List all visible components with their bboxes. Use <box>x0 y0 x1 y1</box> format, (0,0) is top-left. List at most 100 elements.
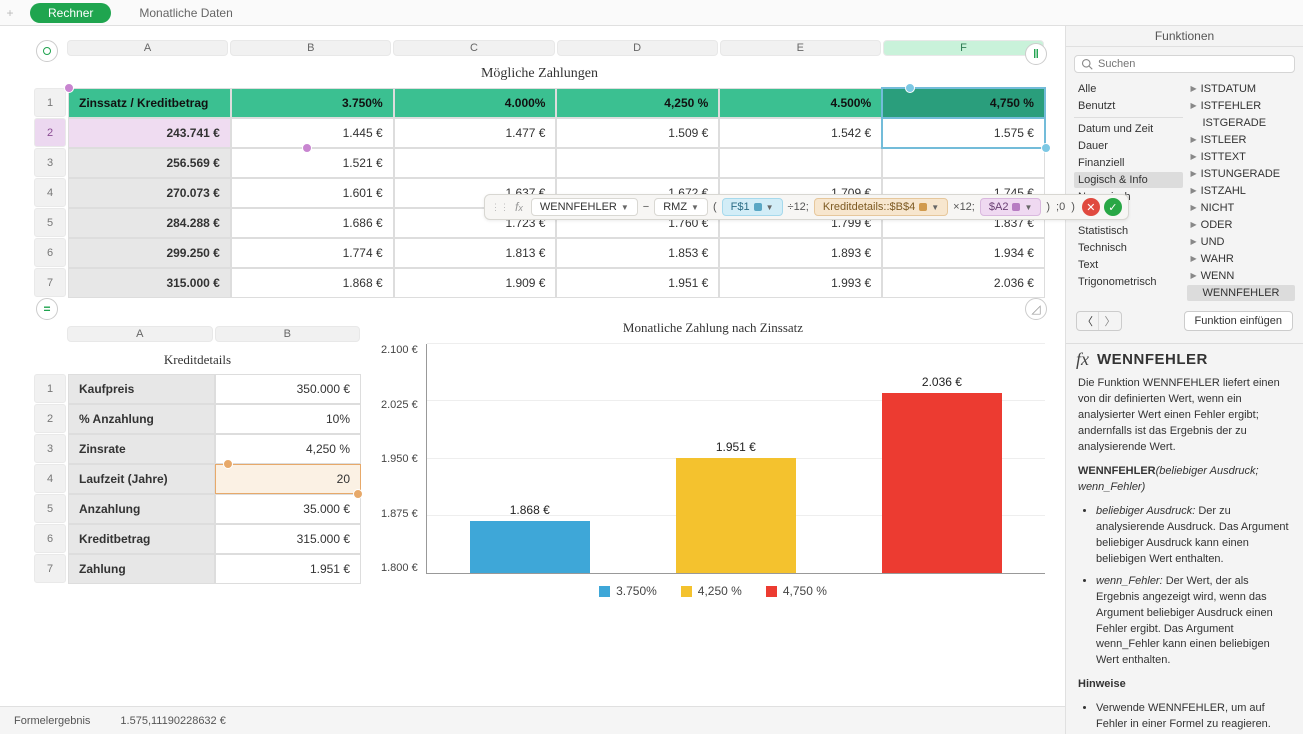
nav-back-button[interactable]: 〈 <box>1077 312 1099 330</box>
row-header-1[interactable]: 1 <box>34 88 66 117</box>
insert-function-button[interactable]: Funktion einfügen <box>1184 311 1293 331</box>
kd-value-zinsrate[interactable]: 4,250 % <box>215 434 362 464</box>
category-item[interactable]: Benutzt <box>1074 98 1183 114</box>
function-item[interactable]: ▶ISTFEHLER <box>1187 98 1296 114</box>
cell-c3[interactable] <box>394 148 557 178</box>
cell-e2[interactable]: 1.542 € <box>719 118 882 148</box>
category-item[interactable]: Alle <box>1074 81 1183 97</box>
cell-d3[interactable] <box>556 148 719 178</box>
kd-row-3[interactable]: 3 <box>34 434 66 463</box>
cell-a7[interactable]: 315.000 € <box>68 268 231 298</box>
col-header-f[interactable]: F <box>883 40 1044 56</box>
search-input[interactable] <box>1098 58 1288 70</box>
col-header-e[interactable]: E <box>720 40 881 56</box>
function-item[interactable]: ▶WENN <box>1187 268 1296 284</box>
resize-table-handle[interactable]: ◿ <box>1025 298 1047 320</box>
cell-d6[interactable]: 1.853 € <box>556 238 719 268</box>
cell-a5[interactable]: 284.288 € <box>68 208 231 238</box>
selection-handle[interactable] <box>64 83 74 93</box>
add-sheet-button[interactable]: + <box>0 6 20 20</box>
formula-ref-f1[interactable]: F$1▼ <box>722 198 783 216</box>
cell-c7[interactable]: 1.909 € <box>394 268 557 298</box>
cell-f7[interactable]: 2.036 € <box>882 268 1045 298</box>
cell-b7[interactable]: 1.868 € <box>231 268 394 298</box>
row-header-4[interactable]: 4 <box>34 178 66 207</box>
category-item[interactable]: Datum und Zeit <box>1074 121 1183 137</box>
selection-handle[interactable] <box>1041 143 1051 153</box>
cell-d2[interactable]: 1.509 € <box>556 118 719 148</box>
function-item[interactable]: ▶ISTZAHL <box>1187 183 1296 199</box>
drag-grip-icon[interactable]: ⋮⋮ <box>491 202 509 213</box>
formula-ref-a2[interactable]: $A2▼ <box>980 198 1042 216</box>
row-header-2[interactable]: 2 <box>34 118 66 147</box>
cell-e6[interactable]: 1.893 € <box>719 238 882 268</box>
category-item[interactable]: Dauer <box>1074 138 1183 154</box>
kd-row-1[interactable]: 1 <box>34 374 66 403</box>
formula-func-rmz[interactable]: RMZ▼ <box>654 198 708 216</box>
cell-b4[interactable]: 1.601 € <box>231 178 394 208</box>
cell-f6[interactable]: 1.934 € <box>882 238 1045 268</box>
col-header-c[interactable]: C <box>393 40 554 56</box>
kd-row-2[interactable]: 2 <box>34 404 66 433</box>
row-header-3[interactable]: 3 <box>34 148 66 177</box>
function-item[interactable]: ▶ISTTEXT <box>1187 149 1296 165</box>
selection-handle[interactable] <box>223 459 233 469</box>
function-item[interactable]: ▶ISTUNGERADE <box>1187 166 1296 182</box>
function-item[interactable]: ▶ISTDATUM <box>1187 81 1296 97</box>
chart-bar-1[interactable]: 1.868 € <box>470 521 590 573</box>
search-input-wrap[interactable] <box>1074 55 1295 73</box>
tab-rechner[interactable]: Rechner <box>30 3 111 23</box>
kd-value-zahlung[interactable]: 1.951 € <box>215 554 362 584</box>
kd-value-kreditbetrag[interactable]: 315.000 € <box>215 524 362 554</box>
formula-editor[interactable]: ⋮⋮ fx WENNFEHLER▼ − RMZ▼ ( F$1▼ ÷12; Kre… <box>484 194 1129 220</box>
selection-handle[interactable] <box>302 143 312 153</box>
formula-ref-kreditdetails-b4[interactable]: Kreditdetails::$B$4▼ <box>814 198 948 216</box>
cell-b2[interactable]: 1.445 € <box>231 118 394 148</box>
row-header-5[interactable]: 5 <box>34 208 66 237</box>
kd-label-zahlung[interactable]: Zahlung <box>68 554 215 584</box>
payments-head-f[interactable]: 4,750 % <box>882 88 1045 118</box>
function-item[interactable]: ISTGERADE <box>1187 115 1296 131</box>
cell-f2[interactable]: 1.575 € <box>882 118 1045 148</box>
kd-row-6[interactable]: 6 <box>34 524 66 553</box>
payments-head-c[interactable]: 4.000% <box>394 88 557 118</box>
category-item-selected[interactable]: Logisch & Info <box>1074 172 1183 188</box>
cell-b5[interactable]: 1.686 € <box>231 208 394 238</box>
kd-col-b[interactable]: B <box>215 326 361 342</box>
kd-col-a[interactable]: A <box>67 326 213 342</box>
row-header-6[interactable]: 6 <box>34 238 66 267</box>
nav-forward-button[interactable]: 〉 <box>1099 312 1121 330</box>
cell-a6[interactable]: 299.250 € <box>68 238 231 268</box>
add-column-handle[interactable]: ‖ <box>1025 43 1047 65</box>
function-item[interactable]: ▶ODER <box>1187 217 1296 233</box>
cell-a4[interactable]: 270.073 € <box>68 178 231 208</box>
kd-label-laufzeit[interactable]: Laufzeit (Jahre) <box>68 464 215 494</box>
cell-c2[interactable]: 1.477 € <box>394 118 557 148</box>
cell-d7[interactable]: 1.951 € <box>556 268 719 298</box>
category-item[interactable]: Trigonometrisch <box>1074 274 1183 290</box>
payments-head-rowcol[interactable]: Zinssatz / Kreditbetrag <box>68 88 231 118</box>
kd-row-5[interactable]: 5 <box>34 494 66 523</box>
chart-bar-3[interactable]: 2.036 € <box>882 393 1002 573</box>
cell-e7[interactable]: 1.993 € <box>719 268 882 298</box>
function-item-selected[interactable]: WENNFEHLER <box>1187 285 1296 301</box>
kd-label-zinsrate[interactable]: Zinsrate <box>68 434 215 464</box>
function-item[interactable]: ▶ISTLEER <box>1187 132 1296 148</box>
kd-row-7[interactable]: 7 <box>34 554 66 583</box>
kd-value-kaufpreis[interactable]: 350.000 € <box>215 374 362 404</box>
table-menu-button[interactable] <box>36 40 58 62</box>
row-header-7[interactable]: 7 <box>34 268 66 297</box>
cell-a2[interactable]: 243.741 € <box>68 118 231 148</box>
category-item[interactable]: Finanziell <box>1074 155 1183 171</box>
category-item[interactable]: Text <box>1074 257 1183 273</box>
cell-c6[interactable]: 1.813 € <box>394 238 557 268</box>
col-header-b[interactable]: B <box>230 40 391 56</box>
kd-value-laufzeit[interactable]: 20 <box>215 464 362 494</box>
function-item[interactable]: ▶UND <box>1187 234 1296 250</box>
chart-plot[interactable]: 2.100 € 2.025 € 1.950 € 1.875 € 1.800 € … <box>381 344 1045 574</box>
cell-b3[interactable]: 1.521 € <box>231 148 394 178</box>
kd-label-kreditbetrag[interactable]: Kreditbetrag <box>68 524 215 554</box>
add-row-handle[interactable]: = <box>36 298 58 320</box>
col-header-a[interactable]: A <box>67 40 228 56</box>
cell-a3[interactable]: 256.569 € <box>68 148 231 178</box>
